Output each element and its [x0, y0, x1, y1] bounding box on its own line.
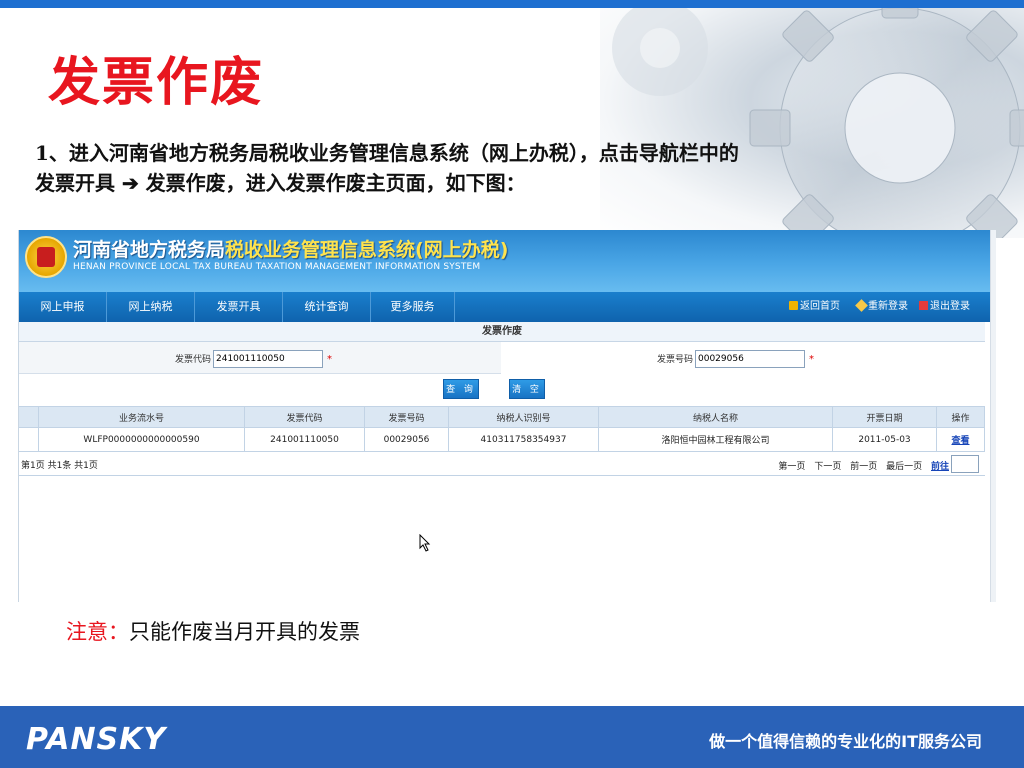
scrollbar[interactable] — [990, 230, 996, 602]
view-link[interactable]: 查看 — [951, 433, 969, 446]
pager-links: 第一页 下一页 前一页 最后一页 前往 — [772, 459, 949, 472]
footer-slogan: 做一个值得信赖的专业化的IT服务公司 — [709, 732, 982, 751]
note-text: 只能作废当月开具的发票 — [129, 620, 360, 644]
close-icon — [919, 301, 928, 310]
logout-link-label: 退出登录 — [930, 301, 970, 312]
note-label: 注意： — [66, 620, 129, 644]
system-title-main: 河南省地方税务局 — [73, 239, 226, 261]
table-cell: 洛阳恒中园林工程有限公司 — [599, 428, 833, 451]
intro-line-2: 发票开具 ➔ 发票作废，进入发票作废主页面，如下图： — [35, 171, 526, 195]
page-number-input[interactable] — [951, 455, 979, 473]
system-header: 河南省地方税务局税收业务管理信息系统(网上办税) HENAN PROVINCE … — [19, 230, 991, 292]
table-cell: 2011-05-03 — [833, 428, 937, 451]
section-title: 发票作废 — [19, 322, 985, 342]
mouse-cursor-icon — [419, 534, 431, 552]
home-link-label: 返回首页 — [800, 301, 840, 312]
pansky-logo: PANSKY — [26, 722, 167, 757]
table-header: 业务流水号 发票代码 发票号码 纳税人识别号 纳税人名称 开票日期 操作 — [19, 406, 985, 428]
home-link[interactable]: 返回首页 — [789, 292, 840, 322]
top-accent-bar — [0, 0, 1024, 8]
table-header-cell: 纳税人名称 — [599, 407, 833, 427]
table-header-cell: 发票代码 — [245, 407, 365, 427]
relogin-link-label: 重新登录 — [868, 301, 908, 312]
nav-item-more-services[interactable]: 更多服务 — [371, 292, 455, 322]
nav-item-invoice-issue[interactable]: 发票开具 — [195, 292, 283, 322]
query-button[interactable]: 查 询 — [443, 379, 479, 399]
table-header-cell: 纳税人识别号 — [449, 407, 599, 427]
required-mark: * — [809, 354, 814, 365]
note: 注意：只能作废当月开具的发票 — [66, 616, 360, 646]
invoice-code-label: 发票代码 — [175, 355, 212, 365]
nav-bar: 网上申报 网上纳税 发票开具 统计查询 更多服务 返回首页 重新登录 退出登录 — [19, 292, 991, 322]
relogin-link[interactable]: 重新登录 — [855, 292, 908, 322]
table-row: WLFP0000000000000590 241001110050 000290… — [19, 428, 985, 452]
pager: 第1页 共1条 共1页 第一页 下一页 前一页 最后一页 前往 — [19, 454, 985, 476]
pager-first[interactable]: 第一页 — [778, 462, 805, 472]
system-title-highlight: 税收业务管理信息系统(网上办税) — [225, 239, 509, 261]
nav-item-statistics[interactable]: 统计查询 — [283, 292, 371, 322]
intro-text: 1、进入河南省地方税务局税收业务管理信息系统（网上办税），点击导航栏中的 发票开… — [35, 138, 975, 198]
table-header-cell: 操作 — [937, 407, 985, 427]
table-cell: 00029056 — [365, 428, 449, 451]
home-icon — [789, 301, 798, 310]
slide-title: 发票作废 — [48, 53, 265, 113]
clear-button[interactable]: 清 空 — [509, 379, 545, 399]
footer-bar: PANSKY 做一个值得信赖的专业化的IT服务公司 — [0, 706, 1024, 768]
table-header-cell: 开票日期 — [833, 407, 937, 427]
invoice-number-input[interactable]: 00029056 — [695, 350, 805, 368]
pager-last[interactable]: 最后一页 — [886, 462, 922, 472]
invoice-code-input[interactable]: 241001110050 — [213, 350, 323, 368]
pager-go[interactable]: 前往 — [931, 462, 949, 472]
nav-item-online-pay[interactable]: 网上纳税 — [107, 292, 195, 322]
pager-next[interactable]: 下一页 — [814, 462, 841, 472]
table-header-cell: 业务流水号 — [39, 407, 245, 427]
nav-item-online-declare[interactable]: 网上申报 — [19, 292, 107, 322]
table-header-cell: 发票号码 — [365, 407, 449, 427]
intro-line-1: 1、进入河南省地方税务局税收业务管理信息系统（网上办税），点击导航栏中的 — [35, 141, 739, 165]
logout-link[interactable]: 退出登录 — [919, 292, 970, 322]
table-cell: 410311758354937 — [449, 428, 599, 451]
table-cell: WLFP0000000000000590 — [39, 428, 245, 451]
key-icon — [855, 299, 868, 312]
invoice-void-panel: 发票作废 发票代码 241001110050 * 发票号码 00029056 *… — [19, 322, 985, 502]
table-cell: 241001110050 — [245, 428, 365, 451]
search-form-row: 发票代码 241001110050 * 发票号码 00029056 * — [19, 342, 985, 374]
invoice-number-label: 发票号码 — [657, 355, 694, 365]
pager-summary: 第1页 共1条 共1页 — [21, 461, 98, 471]
system-subtitle: HENAN PROVINCE LOCAL TAX BUREAU TAXATION… — [73, 262, 481, 272]
tax-emblem-icon — [25, 236, 67, 278]
system-screenshot: 河南省地方税务局税收业务管理信息系统(网上办税) HENAN PROVINCE … — [18, 230, 996, 602]
pager-prev[interactable]: 前一页 — [850, 462, 877, 472]
gear-background-image — [600, 8, 1024, 238]
system-title: 河南省地方税务局税收业务管理信息系统(网上办税) — [73, 235, 508, 262]
gear-icon — [612, 8, 1024, 238]
required-mark: * — [327, 354, 332, 365]
